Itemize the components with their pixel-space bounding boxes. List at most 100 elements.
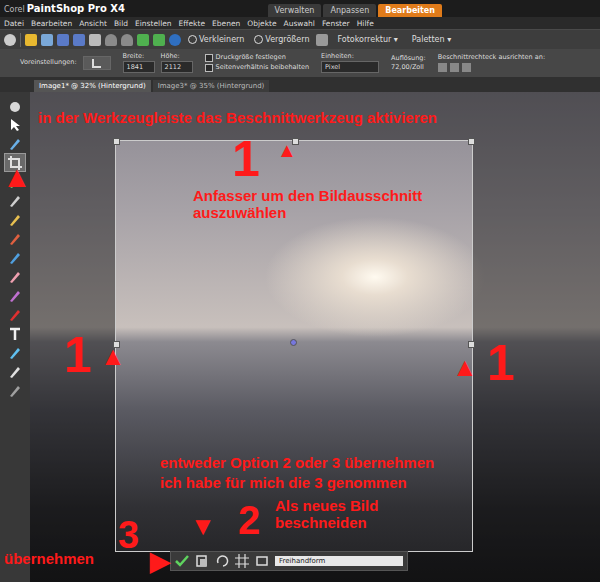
tool-button[interactable]	[4, 267, 26, 286]
checkbox-label: Seitenverhältnis beibehalten	[216, 64, 309, 72]
preset-picker[interactable]	[83, 56, 111, 70]
hand-icon[interactable]	[4, 34, 16, 46]
tool-button[interactable]	[4, 115, 26, 134]
rotate-left-icon[interactable]	[137, 34, 149, 46]
document-tabs: Image1* @ 32% (Hintergrund)Image3* @ 35%…	[0, 77, 600, 92]
apply-check-icon[interactable]	[175, 554, 189, 568]
tool-button[interactable]	[4, 96, 26, 115]
tool-button[interactable]	[4, 381, 26, 400]
mode-tab[interactable]: Bearbeiten	[378, 4, 442, 17]
menu-item[interactable]: Ansicht	[79, 19, 107, 28]
annotation-number: 3	[118, 516, 139, 554]
resolution-value: 72,00/Zoll	[391, 64, 426, 72]
menu-item[interactable]: Bearbeiten	[31, 19, 72, 28]
checkbox[interactable]	[205, 64, 213, 72]
crop-handle[interactable]	[113, 138, 120, 145]
open-folder-icon[interactable]	[25, 34, 37, 46]
pen-icon	[8, 365, 22, 379]
smudge-icon	[8, 384, 22, 398]
annotation-number: 1	[487, 338, 515, 388]
menu-item[interactable]: Ebenen	[212, 19, 240, 28]
mode-tab[interactable]: Anpassen	[323, 4, 376, 17]
menu-item[interactable]: Einstellen	[135, 19, 172, 28]
crop-mode-select[interactable]: Freihandform	[275, 556, 403, 566]
crop-center-handle[interactable]	[290, 339, 297, 346]
tool-button[interactable]	[4, 324, 26, 343]
scanner-icon[interactable]	[41, 34, 53, 46]
menu-item[interactable]: Bild	[114, 19, 128, 28]
orientation-icon[interactable]	[255, 554, 269, 568]
tool-button[interactable]	[4, 305, 26, 324]
annotation-note: ich habe für mich die 3 genommen	[160, 475, 407, 492]
mode-tabs: VerwaltenAnpassenBearbeiten	[268, 0, 442, 17]
tool-button[interactable]	[4, 286, 26, 305]
info-icon[interactable]	[169, 34, 181, 46]
annotation-arrow: ▲	[100, 343, 126, 369]
annotation-note: Als neues Bild beschneiden	[275, 498, 405, 531]
units-label: Einheiten:	[321, 53, 379, 61]
save-as-icon[interactable]	[73, 34, 85, 46]
menu-item[interactable]: Effekte	[179, 19, 205, 28]
tool-button[interactable]	[4, 134, 26, 153]
crop-handle[interactable]	[468, 341, 475, 348]
annotation-note: übernehmen	[4, 551, 94, 568]
caret: ▾	[394, 35, 398, 44]
separator	[20, 33, 21, 47]
shape-icon	[8, 346, 22, 360]
undo-icon[interactable]	[105, 34, 117, 46]
print-icon[interactable]	[89, 34, 101, 46]
units-select[interactable]: Pixel	[321, 61, 379, 73]
grid-icon[interactable]	[235, 554, 249, 568]
zoom-in-icon	[254, 35, 263, 44]
crop-as-new-image-icon[interactable]	[195, 554, 209, 568]
crop-handle[interactable]	[468, 138, 475, 145]
height-input[interactable]: 2112	[161, 61, 193, 73]
checkbox-row[interactable]: Druckgröße festlegen	[205, 54, 309, 62]
tool-button[interactable]	[4, 362, 26, 381]
brush-icon	[8, 232, 22, 246]
fill-icon	[8, 251, 22, 265]
menu-item[interactable]: Objekte	[247, 19, 276, 28]
checkbox-row[interactable]: Seitenverhältnis beibehalten	[205, 64, 309, 72]
units-field: Einheiten: Pixel	[321, 53, 379, 74]
menu-item[interactable]: Hilfe	[357, 19, 374, 28]
tool-button[interactable]	[4, 191, 26, 210]
toolbar-dropdown[interactable]: Fotokorrektur ▾	[332, 35, 402, 44]
toolbar-dropdown[interactable]: Paletten ▾	[407, 35, 456, 44]
tool-button[interactable]	[4, 229, 26, 248]
resolution-field: Auflösung: 72,00/Zoll	[391, 55, 426, 72]
layout-icon[interactable]	[316, 34, 328, 46]
zoom-in-button[interactable]: Vergrößern	[251, 35, 312, 44]
snap-layer-icon[interactable]	[450, 63, 459, 72]
menu-item[interactable]: Auswahl	[284, 19, 315, 28]
menu-item[interactable]: Datei	[4, 19, 24, 28]
snap-field: Beschnittrechteck ausrichten an:	[438, 54, 545, 72]
annotation-note: in der Werkzeugleiste das Beschnittwerkz…	[38, 110, 437, 127]
rotate-right-icon[interactable]	[153, 34, 165, 46]
zoom-out-button[interactable]: Verkleinern	[185, 35, 247, 44]
width-label: Breite:	[123, 53, 155, 61]
pan-icon	[8, 99, 22, 113]
document-tab[interactable]: Image1* @ 32% (Hintergrund)	[34, 80, 151, 92]
dropper-icon	[8, 137, 22, 151]
redo-icon[interactable]	[121, 34, 133, 46]
menu-bar: Datei Bearbeiten Ansicht Bild Einstellen Effe…	[0, 17, 600, 29]
save-icon[interactable]	[57, 34, 69, 46]
annotation-arrow: ▼	[190, 513, 216, 539]
text-icon	[8, 327, 22, 341]
menu-item[interactable]: Fenster	[322, 19, 350, 28]
mode-tab[interactable]: Verwalten	[268, 4, 322, 17]
checkbox[interactable]	[205, 54, 213, 62]
snap-selection-icon[interactable]	[462, 63, 471, 72]
annotation-arrow: ▲	[452, 354, 478, 380]
width-input[interactable]: 1841	[123, 61, 155, 73]
document-tab[interactable]: Image3* @ 35% (Hintergrund)	[153, 80, 270, 92]
rotate-crop-icon[interactable]	[215, 554, 229, 568]
tool-options-bar: Voreinstellungen: Breite: 1841 Höhe: 211…	[0, 49, 600, 77]
height-field: Höhe: 2112	[161, 53, 193, 74]
tool-button[interactable]	[4, 343, 26, 362]
tool-button[interactable]	[4, 210, 26, 229]
snap-image-icon[interactable]	[438, 63, 447, 72]
tool-button[interactable]	[4, 248, 26, 267]
zoom-out-icon	[188, 35, 197, 44]
